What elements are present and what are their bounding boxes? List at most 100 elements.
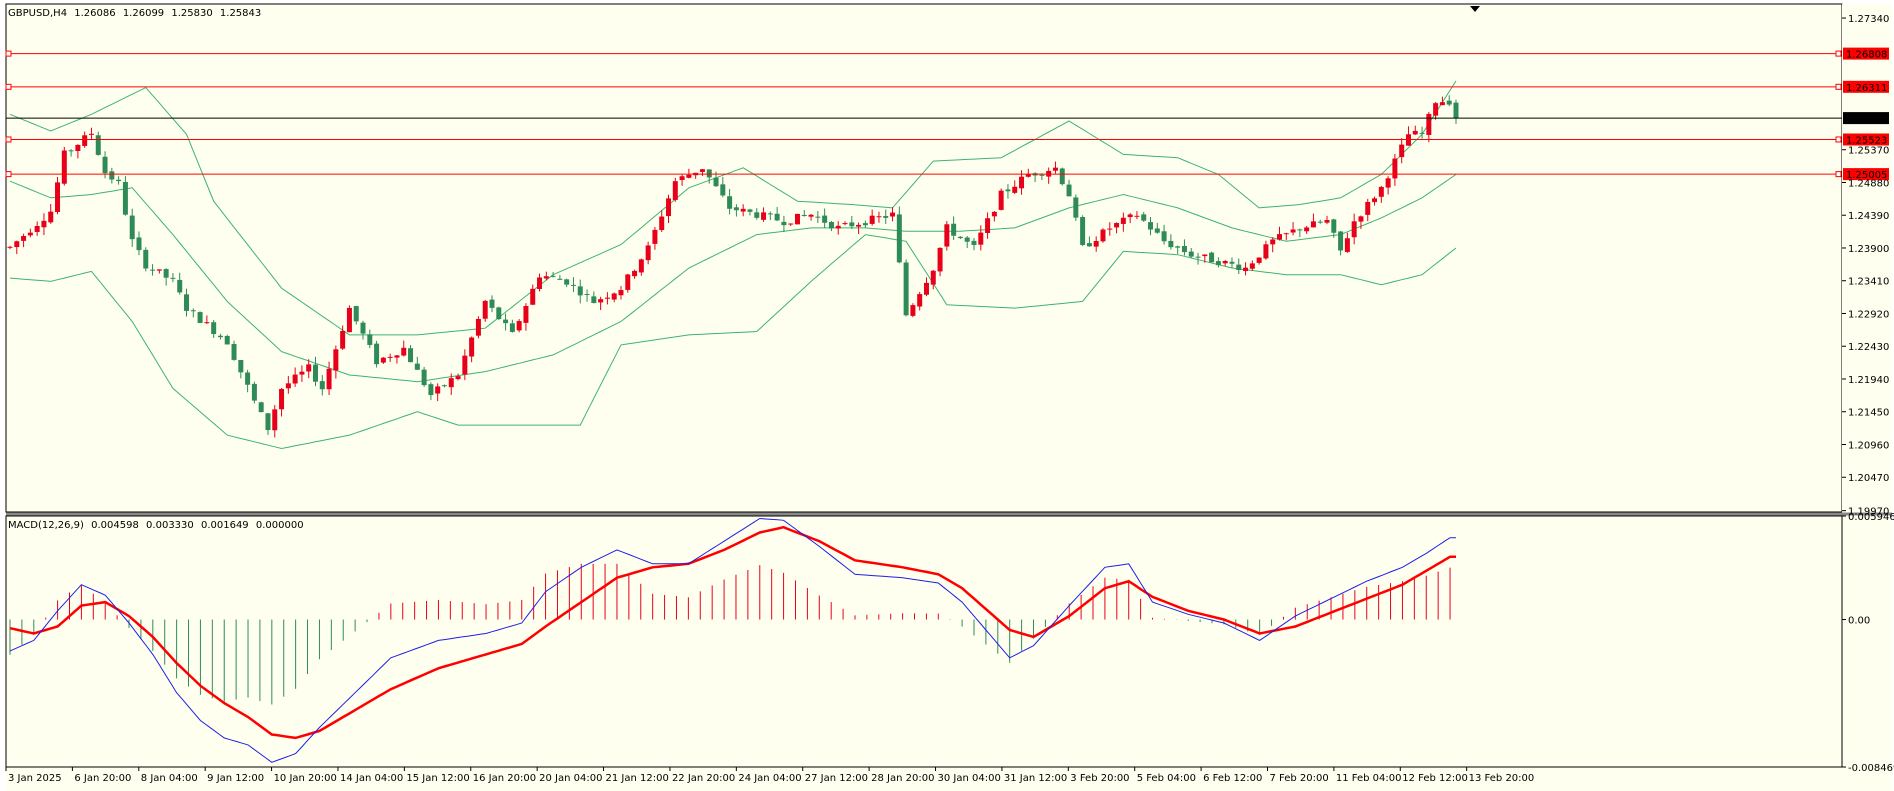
candle-body <box>957 236 963 239</box>
candle-body <box>618 290 624 296</box>
candle-body <box>462 355 468 375</box>
candle-body <box>1175 246 1181 248</box>
candle-body <box>1453 102 1459 119</box>
candle-body <box>292 374 298 384</box>
candle-body <box>1107 228 1113 230</box>
macd-pane[interactable] <box>5 515 1843 768</box>
candle-body <box>408 348 414 363</box>
time-tick-label: 12 Feb 12:00 <box>1402 773 1468 784</box>
time-tick-label: 7 Feb 20:00 <box>1269 773 1328 784</box>
candle <box>251 381 257 404</box>
time-tick-label: 24 Jan 04:00 <box>738 773 801 784</box>
price-tick-label: 1.24880 <box>1848 178 1889 189</box>
candle-body <box>421 369 427 386</box>
candle-body <box>1310 221 1316 228</box>
candle <box>496 306 502 321</box>
candle-body <box>14 241 20 248</box>
candle-body <box>1344 238 1350 252</box>
level-price-label: 1.26311 <box>1846 83 1887 94</box>
macd-pane-bg <box>5 515 1843 768</box>
candle-body <box>211 322 217 335</box>
candle <box>910 303 916 318</box>
candle-body <box>1161 231 1167 242</box>
candle-body <box>231 343 237 360</box>
candle-body <box>1066 184 1072 197</box>
level-handle-icon[interactable] <box>1835 50 1842 57</box>
level-handle-icon[interactable] <box>1835 171 1842 178</box>
level-handle-icon[interactable] <box>1835 136 1842 143</box>
candle-body <box>767 213 773 215</box>
candle <box>1100 228 1106 243</box>
candle-body <box>733 207 739 211</box>
candle-body <box>598 299 604 303</box>
candle-body <box>883 216 889 218</box>
candle-body <box>869 215 875 224</box>
candle-body <box>441 385 447 387</box>
candle-body <box>754 212 760 218</box>
candle <box>224 334 230 345</box>
candle-body <box>1392 158 1398 179</box>
candle <box>516 319 522 333</box>
time-tick-label: 8 Jan 04:00 <box>141 773 198 784</box>
candle-body <box>177 279 183 293</box>
candle-body <box>1372 198 1378 203</box>
candle-body <box>75 144 81 152</box>
candle-body <box>1188 251 1194 257</box>
candle-body <box>394 355 400 358</box>
candle-body <box>1215 261 1221 266</box>
candle-body <box>835 225 841 229</box>
candle-body <box>638 259 644 273</box>
candle <box>896 206 902 264</box>
price-tick-label: 1.20470 <box>1848 473 1889 484</box>
time-tick-label: 11 Feb 04:00 <box>1336 773 1402 784</box>
time-tick-label: 31 Jan 12:00 <box>1004 773 1067 784</box>
candle-body <box>1419 132 1425 134</box>
candle-body <box>312 364 318 382</box>
level-handle-icon[interactable] <box>5 83 12 90</box>
candle-body <box>1127 214 1133 218</box>
candle <box>61 146 67 186</box>
time-tick-label: 22 Jan 20:00 <box>672 773 735 784</box>
time-tick-label: 6 Jan 20:00 <box>74 773 131 784</box>
candle-body <box>985 218 991 234</box>
candle-body <box>1304 227 1310 232</box>
macd-header: MACD(12,26,9) 0.004598 0.003330 0.001649… <box>8 520 304 531</box>
candle-body <box>1229 261 1235 264</box>
candle-body <box>890 212 896 217</box>
level-handle-icon[interactable] <box>5 136 12 143</box>
candle-body <box>68 150 74 152</box>
candle-body <box>611 293 617 300</box>
signal-value: 0.003330 <box>146 520 194 531</box>
candle-body <box>666 198 672 217</box>
candle <box>55 177 61 215</box>
candle-body <box>1093 241 1099 247</box>
candle-body <box>686 174 692 178</box>
level-handle-icon[interactable] <box>5 171 12 178</box>
candle-body <box>577 286 583 296</box>
candle-body <box>95 135 101 155</box>
candle-body <box>380 357 386 363</box>
ohlc-open: 1.26086 <box>74 8 115 19</box>
candle-body <box>251 383 257 401</box>
candle-body <box>1331 219 1337 233</box>
time-tick-label: 20 Jan 04:00 <box>539 773 602 784</box>
candle-body <box>550 275 556 277</box>
candle-body <box>217 335 223 338</box>
candle-body <box>401 347 407 356</box>
candle-body <box>944 224 950 247</box>
candle-body <box>7 246 13 248</box>
level-handle-icon[interactable] <box>1835 83 1842 90</box>
candle-body <box>122 182 128 215</box>
candle-body <box>1426 113 1432 135</box>
candle <box>374 340 380 368</box>
candle-body <box>1086 243 1092 247</box>
candle-body <box>163 269 169 278</box>
time-tick-label: 15 Jan 12:00 <box>406 773 469 784</box>
candle <box>944 221 950 251</box>
price-tick-label: 1.21940 <box>1848 375 1889 386</box>
candle-body <box>1052 167 1058 171</box>
candle-body <box>781 221 787 226</box>
level-handle-icon[interactable] <box>5 50 12 57</box>
candle-body <box>1120 217 1126 224</box>
candle-body <box>1181 245 1187 253</box>
